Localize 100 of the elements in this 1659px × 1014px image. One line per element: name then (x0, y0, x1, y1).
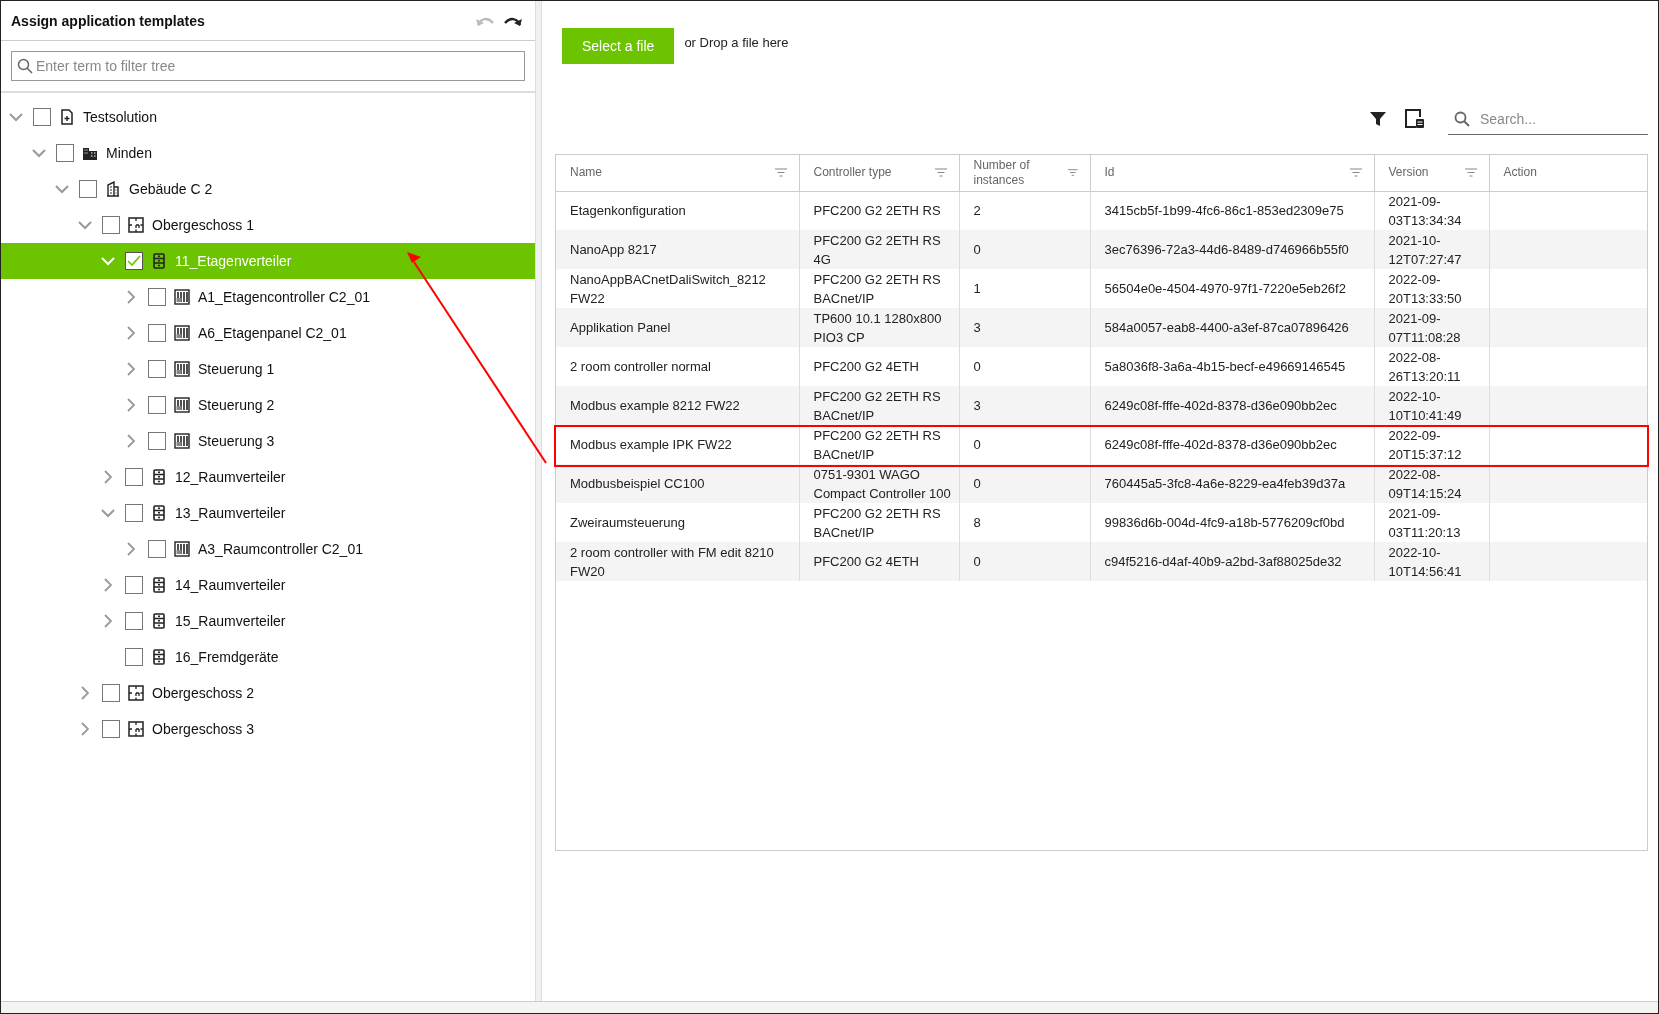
table-cell: Modbus example 8212 FW22 (556, 386, 799, 425)
chevron-right-icon[interactable] (127, 326, 135, 340)
chevron-down-icon[interactable] (9, 112, 23, 122)
checkbox[interactable] (125, 252, 143, 270)
chevron-right-icon[interactable] (127, 542, 135, 556)
table-row[interactable]: Etagenkonfiguration PFC200 G2 2ETH RS 2 3415cb5f-1b99-4fc6-86c1-853ed2309e75 2021-09-03T13:34:34 (556, 191, 1647, 230)
sort-filter-icon[interactable] (1464, 168, 1477, 178)
tree-item[interactable]: 16_Fremdgeräte (1, 639, 535, 675)
checkbox[interactable] (125, 648, 143, 666)
sort-filter-icon[interactable] (1349, 168, 1362, 178)
column-header[interactable]: Version (1374, 155, 1489, 191)
tree-item-label: Steuerung 2 (198, 397, 275, 413)
checkbox[interactable] (102, 216, 120, 234)
table-row[interactable]: Applikation Panel TP600 10.1 1280x800 PIO3 CP 3 584a0057-eab8-4400-a3ef-87ca07896426 2021-09-07T11:08:28 (556, 308, 1647, 347)
controller-module-icon (174, 289, 190, 305)
chevron-down-icon[interactable] (32, 148, 46, 158)
table-cell: 2022-10-10T10:41:49 (1374, 386, 1489, 425)
table-row[interactable]: 2 room controller with FM edit 8210 FW20 PFC200 G2 4ETH 0 c94f5216-d4af-40b9-a2bd-3af88025de32 2022-10-10T14:56:41 (556, 542, 1647, 581)
controller-module-icon (174, 361, 190, 377)
checkbox[interactable] (148, 288, 166, 306)
chevron-right-icon[interactable] (104, 614, 112, 628)
tree-item[interactable]: Steuerung 1 (1, 351, 535, 387)
chevron-down-icon[interactable] (55, 184, 69, 194)
floor-plan-icon (128, 721, 144, 737)
table-row[interactable]: Modbusbeispiel CC100 0751-9301 WAGO Compact Controller 100 0 760445a5-3fc8-4a6e-8229-ea4feb39d37a 2022-08-09T14:15:24 (556, 464, 1647, 503)
chevron-right-icon[interactable] (81, 722, 89, 736)
tree-item[interactable]: Minden (1, 135, 535, 171)
chevron-right-icon[interactable] (127, 290, 135, 304)
chevron-right-icon[interactable] (104, 578, 112, 592)
tree-item[interactable]: 15_Raumverteiler (1, 603, 535, 639)
tree-item-label: A1_Etagencontroller C2_01 (198, 289, 370, 305)
tree-item[interactable]: Obergeschoss 1 (1, 207, 535, 243)
chevron-right-icon[interactable] (104, 470, 112, 484)
controller-module-icon (174, 397, 190, 413)
checkbox[interactable] (79, 180, 97, 198)
table-row[interactable]: Modbus example IPK FW22 PFC200 G2 2ETH RS BACnet/IP 0 6249c08f-fffe-402d-8378-d36e090bb2ec 2022-09-20T15:37:12 (556, 425, 1647, 464)
chevron-down-icon[interactable] (78, 220, 92, 230)
sort-filter-icon[interactable] (1067, 168, 1078, 178)
checkbox[interactable] (148, 396, 166, 414)
buildings-icon (82, 145, 98, 161)
table-cell: c94f5216-d4af-40b9-a2bd-3af88025de32 (1090, 542, 1374, 581)
checkbox[interactable] (102, 684, 120, 702)
chevron-down-icon[interactable] (101, 508, 115, 518)
tree-item[interactable]: A1_Etagencontroller C2_01 (1, 279, 535, 315)
chevron-right-icon[interactable] (127, 434, 135, 448)
checkbox[interactable] (125, 612, 143, 630)
checkbox[interactable] (56, 144, 74, 162)
column-header[interactable]: Action (1489, 155, 1647, 191)
tree-item[interactable]: Steuerung 2 (1, 387, 535, 423)
filter-field[interactable]: Enter term to filter tree (11, 51, 525, 81)
table-row[interactable]: NanoAppBACnetDaliSwitch_8212 FW22 PFC200 G2 2ETH RS BACnet/IP 1 56504e0e-4504-4970-97f1-7220e5eb26f2 2022-09-20T13:33:50 (556, 269, 1647, 308)
tree-item[interactable]: Testsolution (1, 99, 535, 135)
tree-item[interactable]: Gebäude C 2 (1, 171, 535, 207)
checkbox[interactable] (148, 540, 166, 558)
column-header[interactable]: Name (556, 155, 799, 191)
tree-item-label: 16_Fremdgeräte (175, 649, 279, 665)
column-header[interactable]: Controller type (799, 155, 959, 191)
table-row[interactable]: Modbus example 8212 FW22 PFC200 G2 2ETH RS BACnet/IP 3 6249c08f-fffe-402d-8378-d36e090bb2ec 2022-10-10T10:41:49 (556, 386, 1647, 425)
checkbox[interactable] (148, 432, 166, 450)
filter-icon[interactable] (1368, 109, 1388, 129)
tree-item[interactable]: Obergeschoss 3 (1, 711, 535, 747)
checkbox[interactable] (148, 360, 166, 378)
cabinet-icon (151, 577, 167, 593)
tree-item[interactable]: 12_Raumverteiler (1, 459, 535, 495)
checkbox[interactable] (125, 576, 143, 594)
tree-item-label: Testsolution (83, 109, 157, 125)
table-cell: 3 (959, 386, 1090, 425)
column-header[interactable]: Number of instances (959, 155, 1090, 191)
tree-item-label: Steuerung 1 (198, 361, 275, 377)
checkbox[interactable] (125, 504, 143, 522)
tree-item-label: 13_Raumverteiler (175, 505, 286, 521)
sort-filter-icon[interactable] (934, 168, 947, 178)
checkbox[interactable] (148, 324, 166, 342)
drop-hint: or Drop a file here (684, 34, 789, 50)
tree-item[interactable]: A6_Etagenpanel C2_01 (1, 315, 535, 351)
table-row[interactable]: NanoApp 8217 PFC200 G2 2ETH RS 4G 0 3ec76396-72a3-44d6-8489-d746966b55f0 2021-10-12T07:27:47 (556, 230, 1647, 269)
tree-item-label: A6_Etagenpanel C2_01 (198, 325, 347, 341)
checkbox[interactable] (125, 468, 143, 486)
tree-item[interactable]: 13_Raumverteiler (1, 495, 535, 531)
tree-item[interactable]: A3_Raumcontroller C2_01 (1, 531, 535, 567)
column-header[interactable]: Id (1090, 155, 1374, 191)
search-icon (17, 58, 33, 74)
checkbox[interactable] (102, 720, 120, 738)
chevron-right-icon[interactable] (127, 398, 135, 412)
cabinet-icon (151, 613, 167, 629)
tree-item[interactable]: Obergeschoss 2 (1, 675, 535, 711)
chevron-right-icon[interactable] (127, 362, 135, 376)
building-icon (105, 181, 121, 197)
table-row[interactable]: Zweiraumsteuerung PFC200 G2 2ETH RS BACnet/IP 8 99836d6b-004d-4fc9-a18b-5776209cf0bd 2021-09-03T11:20:13 (556, 503, 1647, 542)
table-row[interactable]: 2 room controller normal PFC200 G2 4ETH 0 5a8036f8-3a6a-4b15-becf-e49669146545 2022-08-26T13:20:11 (556, 347, 1647, 386)
checkbox[interactable] (33, 108, 51, 126)
tree-item-label: 14_Raumverteiler (175, 577, 286, 593)
chevron-right-icon[interactable] (81, 686, 89, 700)
tree-item[interactable]: 14_Raumverteiler (1, 567, 535, 603)
tree-item-label: 11_Etagenverteiler (175, 253, 292, 269)
sort-filter-icon[interactable] (774, 168, 787, 178)
tree-item[interactable]: Steuerung 3 (1, 423, 535, 459)
search-icon (1454, 111, 1470, 127)
controller-module-icon (174, 433, 190, 449)
tree-item-label: A3_Raumcontroller C2_01 (198, 541, 363, 557)
